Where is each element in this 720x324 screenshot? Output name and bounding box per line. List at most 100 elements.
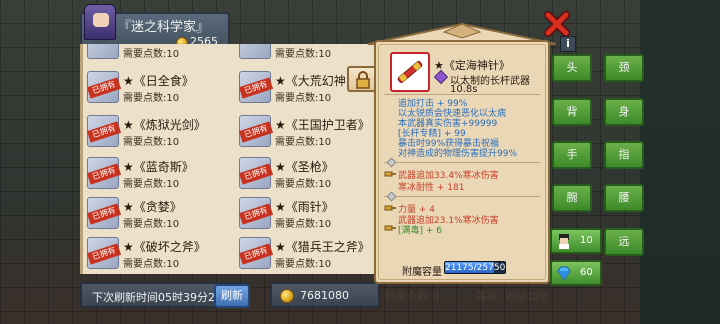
coins-value: 7681080 <box>300 289 349 302</box>
weapon-list: 需要点数:10 需要点数:10 已拥有 ★《日全食》 需要点数:10 已拥有 ★… <box>80 44 380 274</box>
enchant-progress: 21175/25750 <box>444 261 506 274</box>
owned-badge: 已拥有 <box>238 203 274 225</box>
player-title: 『迷之科学家』 <box>118 20 210 35</box>
hammer-icon <box>384 225 396 231</box>
refresh-button[interactable]: 刷新 <box>214 284 250 308</box>
weapon-icon: 已拥有 <box>238 71 274 103</box>
item-name: ★《蓝奇斯》 <box>123 160 194 174</box>
divider <box>384 94 540 95</box>
owned-badge: 已拥有 <box>86 121 122 143</box>
hammer-icon <box>384 205 396 211</box>
remaining-points: 剩余点数:0 <box>384 290 439 303</box>
item-name: ★《大荒幻神 <box>275 74 346 88</box>
owned-badge: 已拥有 <box>238 121 274 143</box>
coin-icon <box>280 289 294 303</box>
item-requirement: 需要点数:10 <box>123 93 180 104</box>
item-requirement: 需要点数:10 <box>123 219 180 230</box>
item-name: ★《炼狱光剑》 <box>123 118 206 132</box>
owned-badge: 已拥有 <box>238 163 274 185</box>
weapon-icon: 已拥有 <box>238 115 274 147</box>
item-name: ★《王国护卫者》 <box>275 118 370 132</box>
weapon-icon: 已拥有 <box>238 157 274 189</box>
level-text: 等级: 202120 <box>476 290 548 303</box>
slot-head[interactable]: 头 <box>552 54 592 82</box>
slot-body[interactable]: 身 <box>604 98 644 126</box>
item-name: ★《贪婪》 <box>123 200 182 214</box>
refresh-time: 下次刷新时间05时39分2 <box>92 291 215 304</box>
item-name: ★《雨针》 <box>275 200 334 214</box>
owned-badge: 已拥有 <box>238 77 274 99</box>
character-icon <box>559 234 569 249</box>
list-item[interactable]: 已拥有 ★《炼狱光剑》 需要点数:10 <box>83 112 233 150</box>
lock-button[interactable] <box>347 66 377 92</box>
owned-badge: 已拥有 <box>86 243 122 265</box>
right-background <box>640 0 720 324</box>
list-item[interactable]: 需要点数:10 <box>83 44 233 62</box>
divider <box>384 196 540 197</box>
player-avatar <box>84 4 116 40</box>
item-name: ★《破坏之斧》 <box>123 240 206 254</box>
slot-finger[interactable]: 指 <box>604 141 644 169</box>
owned-badge: 已拥有 <box>86 203 122 225</box>
slot-waist[interactable]: 腰 <box>604 184 644 212</box>
character-count-button[interactable]: 10 <box>550 228 602 254</box>
item-requirement: 需要点数:10 <box>275 219 332 230</box>
slot-hand[interactable]: 手 <box>552 141 592 169</box>
list-item[interactable]: 已拥有 ★《圣枪》 需要点数:10 <box>235 154 377 192</box>
item-requirement: 需要点数:10 <box>123 137 180 148</box>
item-requirement: 需要点数:10 <box>275 93 332 104</box>
weapon-icon: 已拥有 <box>86 115 122 147</box>
item-requirement: 需要点数:10 <box>123 49 180 60</box>
diamond-icon <box>557 266 571 281</box>
weapon-icon: 已拥有 <box>238 197 274 229</box>
list-item[interactable]: 已拥有 ★《贪婪》 需要点数:10 <box>83 194 233 232</box>
item-requirement: 需要点数:10 <box>123 179 180 190</box>
item-requirement: 需要点数:10 <box>123 259 180 270</box>
weapon-icon: 已拥有 <box>86 157 122 189</box>
enchant-value: 21175/25750 <box>445 263 506 273</box>
list-item[interactable]: 已拥有 ★《猎兵王之斧》 需要点数:10 <box>235 234 377 272</box>
enchant-label: 附魔容量 <box>402 267 442 278</box>
weapon-icon <box>87 44 119 59</box>
stat-line: [满毒] + 6 <box>398 226 443 236</box>
slot-back[interactable]: 背 <box>552 98 592 126</box>
owned-badge: 已拥有 <box>86 77 122 99</box>
list-item[interactable]: 需要点数:10 <box>235 44 377 62</box>
list-item[interactable]: 已拥有 ★《日全食》 需要点数:10 <box>83 68 233 106</box>
owned-badge: 已拥有 <box>86 163 122 185</box>
item-requirement: 需要点数:10 <box>275 259 332 270</box>
character-count: 10 <box>580 235 593 246</box>
weapon-icon <box>390 52 430 92</box>
gem-count-button[interactable]: 60 <box>550 260 602 286</box>
weapon-icon: 已拥有 <box>86 71 122 103</box>
item-name: ★《猎兵王之斧》 <box>275 240 370 254</box>
stat-line: 对神造成的物理伤害提升99% <box>398 149 518 159</box>
stat-line: 寒冰耐性 + 181 <box>398 183 465 193</box>
slot-wrist[interactable]: 腕 <box>552 184 592 212</box>
item-name: ★《圣枪》 <box>275 160 334 174</box>
slot-neck[interactable]: 颈 <box>604 54 644 82</box>
owned-badge: 已拥有 <box>238 243 274 265</box>
weapon-icon <box>239 44 271 59</box>
item-requirement: 需要点数:10 <box>275 179 332 190</box>
item-requirement: 需要点数:10 <box>275 49 332 60</box>
list-item[interactable]: 已拥有 ★《王国护卫者》 需要点数:10 <box>235 112 377 150</box>
slot-ranged[interactable]: 远 <box>604 228 644 256</box>
coins-bar: 7681080 <box>270 282 380 308</box>
item-requirement: 需要点数:10 <box>275 137 332 148</box>
item-name: ★《日全食》 <box>123 74 194 88</box>
info-button[interactable]: i <box>560 36 576 52</box>
weapon-icon: 已拥有 <box>86 237 122 269</box>
lock-icon <box>356 71 370 89</box>
hammer-icon <box>384 171 396 177</box>
list-item[interactable]: 已拥有 ★《破坏之斧》 需要点数:10 <box>83 234 233 272</box>
close-button[interactable] <box>543 10 571 38</box>
weapon-icon: 已拥有 <box>238 237 274 269</box>
list-item[interactable]: 已拥有 ★《蓝奇斯》 需要点数:10 <box>83 154 233 192</box>
weapon-icon: 已拥有 <box>86 197 122 229</box>
divider <box>384 162 540 163</box>
tooltip-item-name: ★《定海神针》 <box>434 59 510 72</box>
list-item[interactable]: 已拥有 ★《雨针》 需要点数:10 <box>235 194 377 232</box>
points-bar: 剩余点数:0 等级: 202120 <box>384 282 554 308</box>
gem-count: 60 <box>580 267 593 278</box>
